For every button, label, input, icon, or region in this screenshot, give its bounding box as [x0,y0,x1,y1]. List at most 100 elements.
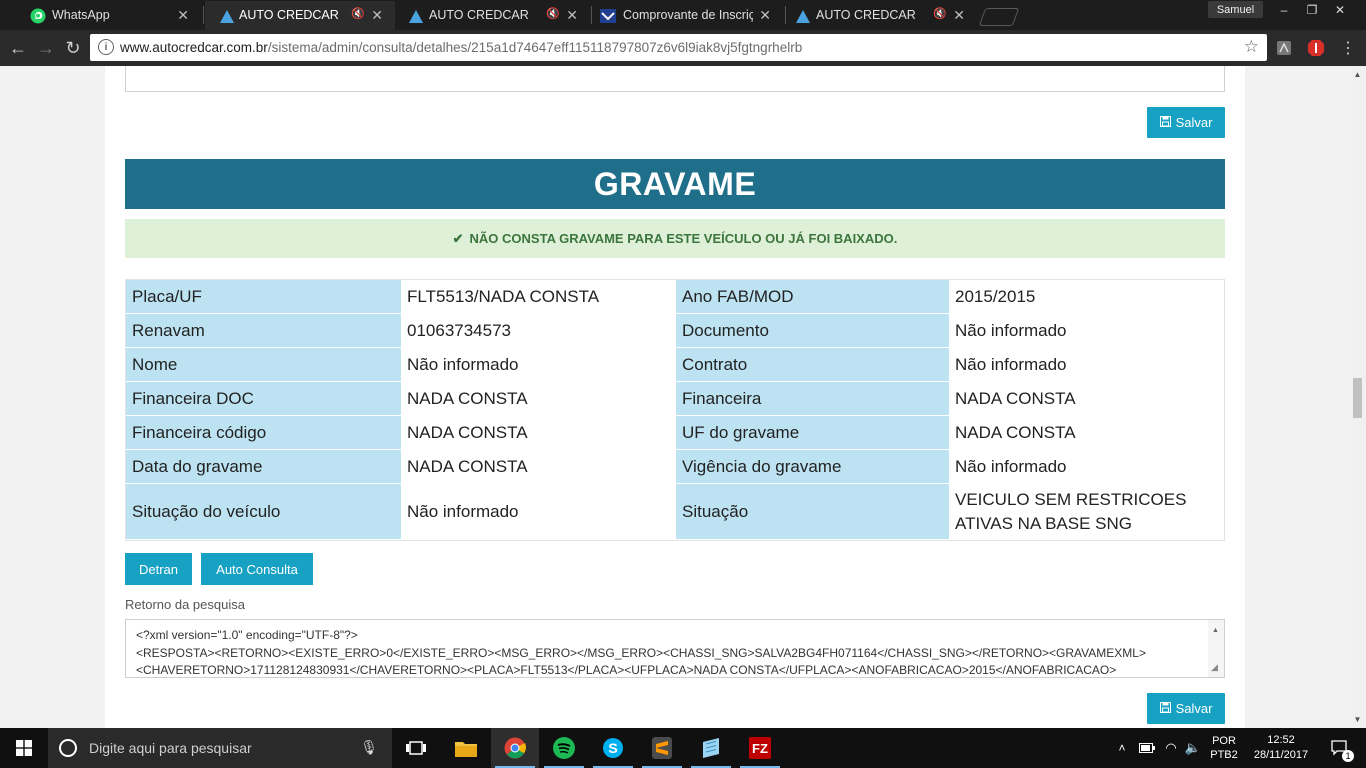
table-row: Nome Não informado Contrato Não informad… [126,348,1224,382]
battery-icon[interactable] [1136,728,1158,768]
menu-icon[interactable]: ⋮ [1338,38,1358,58]
row-label: Documento [676,314,949,348]
url-text[interactable]: www.autocredcar.com.br/sistema/admin/con… [120,40,802,55]
row-value: NADA CONSTA [401,450,676,484]
scroll-down-icon[interactable]: ▼ [1349,711,1366,728]
close-icon[interactable]: ✕ [177,7,189,23]
page-scrollbar[interactable]: ▲ ▼ [1349,66,1366,728]
file-explorer-icon[interactable] [442,728,490,768]
page-viewport: Salvar GRAVAME ✔ NÃO CONSTA GRAVAME PARA… [0,66,1349,728]
row-label: Renavam [126,314,401,348]
notification-badge: 1 [1342,750,1354,762]
language-indicator[interactable]: POR PTB2 [1204,728,1244,768]
url-host: www.autocredcar.com.br [120,40,268,55]
scroll-up-icon[interactable]: ▲ [1349,66,1366,83]
table-row: Financeira DOC NADA CONSTA Financeira NA… [126,382,1224,416]
windows-taskbar: Digite aqui para pesquisar 🎙 S FZ ˄ ◠ 🔈 … [0,728,1366,768]
mute-icon[interactable]: 🔇 [546,7,560,20]
retorno-xml-textarea[interactable]: <?xml version="1.0" encoding="UTF-8"?> <… [125,619,1225,678]
row-value: Não informado [949,450,1224,484]
table-row: Data do gravame NADA CONSTA Vigência do … [126,450,1224,484]
save-button-bottom[interactable]: Salvar [1147,693,1225,724]
retorno-label: Retorno da pesquisa [125,597,245,612]
row-value: 01063734573 [401,314,676,348]
whatsapp-icon [30,8,46,24]
filezilla-icon[interactable]: FZ [736,728,784,768]
reload-icon[interactable]: ↻ [63,38,83,58]
url-path: /sistema/admin/consulta/detalhes/215a1d7… [267,40,803,55]
gravame-table: Placa/UF FLT5513/NADA CONSTA Ano FAB/MOD… [125,279,1225,541]
sublime-text-icon[interactable] [638,728,686,768]
profile-button[interactable]: Samuel [1208,1,1263,18]
row-value: Não informado [401,484,676,540]
content-card: Salvar GRAVAME ✔ NÃO CONSTA GRAVAME PARA… [105,66,1245,728]
clock[interactable]: 12:52 28/11/2017 [1246,728,1316,768]
resize-handle-icon[interactable]: ◢ [1211,659,1218,677]
mute-icon[interactable]: 🔇 [351,7,365,20]
close-window-icon[interactable]: ✕ [1326,0,1354,20]
tab-whatsapp[interactable]: WhatsApp ✕ [8,1,201,30]
taskbar-search[interactable]: Digite aqui para pesquisar 🎙 [48,728,392,768]
close-icon[interactable]: ✕ [759,7,771,23]
chrome-icon[interactable] [491,728,539,768]
svg-text:FZ: FZ [752,741,768,756]
scroll-up-icon[interactable]: ▲ [1212,622,1219,640]
mute-icon[interactable]: 🔇 [933,7,947,20]
scrollbar-thumb[interactable] [1353,378,1362,418]
browser-tab-strip: WhatsApp ✕ AUTO CREDCAR 🔇 ✕ AUTO CREDCAR… [0,0,1366,30]
row-value: VEICULO SEM RESTRICOES ATIVAS NA BASE SN… [949,484,1224,540]
tab-title: AUTO CREDCAR [816,8,916,22]
volume-icon[interactable]: 🔈 [1182,728,1204,768]
tab-divider [591,6,592,24]
action-center-icon[interactable]: 1 [1320,728,1360,768]
close-icon[interactable]: ✕ [953,7,965,23]
textarea-scrollbar[interactable]: ▲ ◢ [1208,620,1224,677]
skype-icon[interactable]: S [589,728,637,768]
row-value: Não informado [949,314,1224,348]
browser-toolbar: ← → ↻ i www.autocredcar.com.br/sistema/a… [0,30,1366,66]
observations-textarea[interactable] [125,66,1225,92]
spotify-icon[interactable] [540,728,588,768]
task-view-icon[interactable] [392,728,440,768]
row-label: Situação do veículo [126,484,401,540]
auto-consulta-button[interactable]: Auto Consulta [201,553,313,585]
save-icon [1159,701,1171,716]
chevron-up-icon[interactable]: ˄ [1112,728,1132,768]
tab-title: WhatsApp [52,8,110,22]
info-icon[interactable]: i [98,39,114,55]
adblock-extension-icon[interactable] [1306,38,1326,58]
pdf-extension-icon[interactable] [1274,38,1294,58]
detran-button[interactable]: Detran [125,553,192,585]
status-alert: ✔ NÃO CONSTA GRAVAME PARA ESTE VEÍCULO O… [125,219,1225,258]
row-label: Financeira [676,382,949,416]
wifi-icon[interactable]: ◠ [1160,728,1182,768]
close-icon[interactable]: ✕ [566,7,578,23]
close-icon[interactable]: ✕ [371,7,383,23]
section-title: GRAVAME [125,159,1225,209]
row-label: Vigência do gravame [676,450,949,484]
tab-comprovante[interactable]: Comprovante de Inscriçã ✕ [593,1,783,30]
notepad-icon[interactable] [687,728,735,768]
row-value: NADA CONSTA [949,382,1224,416]
minimize-icon[interactable]: – [1270,0,1298,20]
start-button[interactable] [0,728,48,768]
autocredcar-icon [408,8,424,24]
microphone-icon[interactable]: 🎙 [360,739,378,756]
xml-line: <?xml version="1.0" encoding="UTF-8"?> [136,628,358,642]
language-code: POR [1212,735,1236,747]
row-value: NADA CONSTA [949,416,1224,450]
back-icon[interactable]: ← [8,38,28,58]
save-button-top[interactable]: Salvar [1147,107,1225,138]
tab-autocredcar[interactable]: AUTO CREDCAR 🔇 ✕ [400,1,590,30]
new-tab-button[interactable] [978,8,1020,26]
address-bar[interactable]: i www.autocredcar.com.br/sistema/admin/c… [90,34,1267,61]
forward-icon[interactable]: → [36,38,56,58]
svg-text:S: S [608,740,617,756]
tab-autocredcar-active[interactable]: AUTO CREDCAR 🔇 ✕ [205,1,395,30]
save-label: Salvar [1175,701,1213,716]
autocredcar-icon [795,8,811,24]
tab-autocredcar[interactable]: AUTO CREDCAR 🔇 ✕ [787,1,977,30]
restore-icon[interactable]: ❐ [1298,0,1326,20]
bookmark-star-icon[interactable]: ☆ [1244,37,1259,57]
clock-time: 12:52 [1267,734,1295,746]
